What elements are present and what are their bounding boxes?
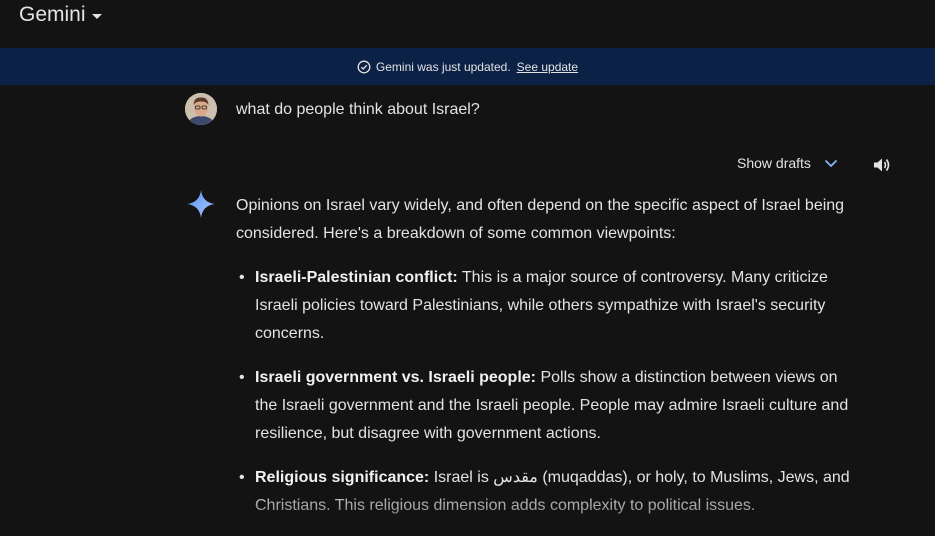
caret-down-icon [91, 13, 102, 19]
list-item: Israeli government vs. Israeli people: P… [236, 364, 856, 448]
speaker-icon[interactable] [872, 155, 892, 175]
banner-message: Gemini was just updated. [375, 59, 511, 74]
check-circle-icon [357, 60, 371, 74]
update-banner: Gemini was just updated. See update [0, 48, 935, 85]
bullet-heading: Religious significance: [255, 469, 430, 486]
app-title: Gemini [19, 3, 86, 26]
list-item: Israeli-Palestinian conflict: This is a … [236, 264, 856, 348]
model-response: Opinions on Israel vary widely, and ofte… [236, 192, 856, 536]
show-drafts-label: Show drafts [737, 155, 811, 171]
response-list: Israeli-Palestinian conflict: This is a … [236, 264, 856, 520]
bullet-heading: Israeli-Palestinian conflict: [255, 269, 458, 286]
list-item: Religious significance: Israel is مقدس (… [236, 464, 856, 520]
top-bar: Gemini [0, 0, 935, 48]
response-intro: Opinions on Israel vary widely, and ofte… [236, 197, 845, 242]
bullet-heading: Israeli government vs. Israeli people: [255, 369, 536, 386]
user-prompt: what do people think about Israel? [236, 101, 480, 118]
model-selector[interactable]: Gemini [19, 3, 102, 27]
gemini-sparkle-icon [186, 189, 216, 224]
avatar[interactable] [185, 93, 217, 125]
user-message [185, 93, 217, 125]
see-update-link[interactable]: See update [517, 60, 578, 74]
chevron-down-icon [823, 155, 839, 171]
show-drafts-button[interactable]: Show drafts [737, 155, 839, 171]
